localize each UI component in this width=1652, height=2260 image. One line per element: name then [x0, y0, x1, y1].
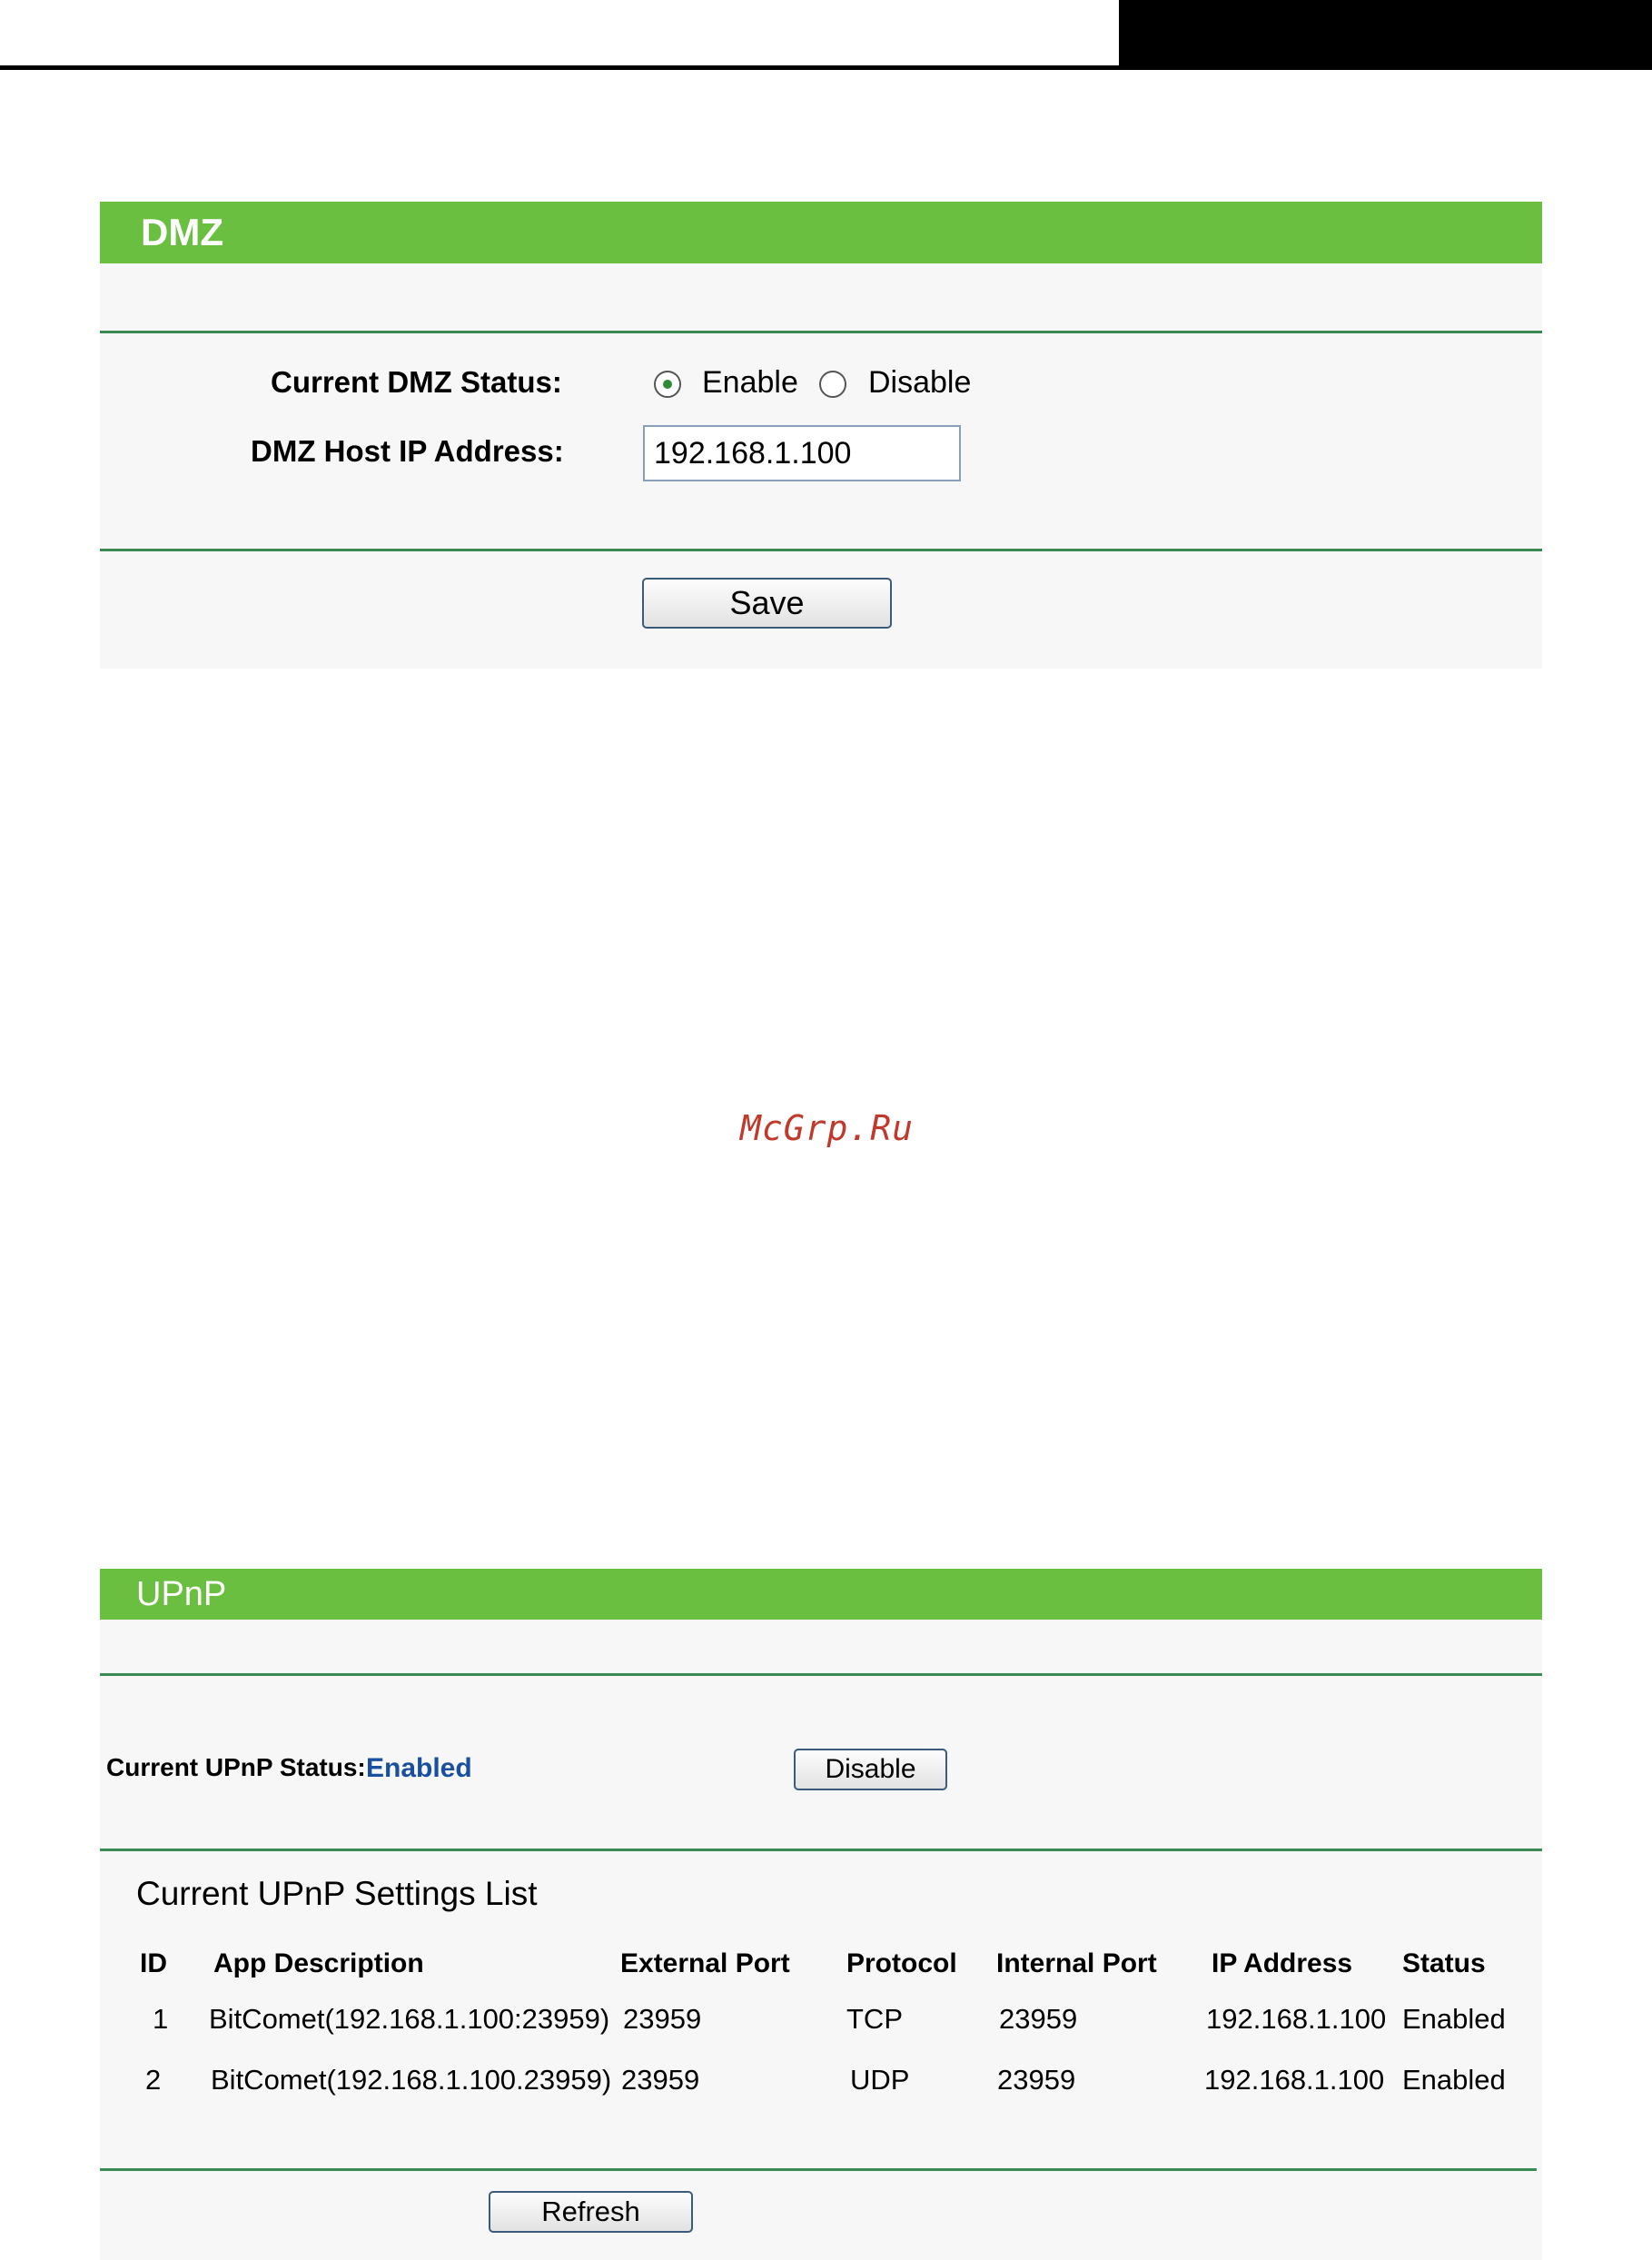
dmz-status-label: Current DMZ Status: — [271, 365, 562, 399]
dmz-top-divider — [100, 331, 1542, 333]
dmz-enable-label[interactable]: Enable — [702, 365, 798, 401]
dmz-bottom-divider — [100, 549, 1542, 551]
cell-status: Enabled — [1402, 2064, 1506, 2096]
header-rule — [0, 65, 1119, 70]
cell-ip-address: 192.168.1.100 — [1206, 2003, 1387, 2035]
col-header-ip-address: IP Address — [1212, 1948, 1353, 1978]
cell-ip-address: 192.168.1.100 — [1204, 2064, 1385, 2096]
upnp-bottom-divider — [100, 2168, 1537, 2171]
cell-app-description: BitComet(192.168.1.100.23959) — [211, 2064, 612, 2096]
upnp-list-title: Current UPnP Settings List — [136, 1875, 538, 1912]
dmz-host-ip-input[interactable] — [643, 425, 961, 481]
cell-id: 1 — [153, 2003, 169, 2035]
dmz-host-ip-label: DMZ Host IP Address: — [251, 434, 564, 468]
col-header-internal-port: Internal Port — [996, 1948, 1157, 1978]
upnp-panel: UPnP Current UPnP Status: Enabled Disabl… — [100, 1569, 1542, 2260]
cell-external-port: 23959 — [621, 2064, 700, 2096]
cell-external-port: 23959 — [623, 2003, 702, 2035]
upnp-title: UPnP — [100, 1569, 1542, 1620]
dmz-title: DMZ — [100, 202, 1542, 263]
upnp-disable-button[interactable]: Disable — [794, 1749, 947, 1790]
dmz-disable-label[interactable]: Disable — [868, 365, 971, 401]
cell-status: Enabled — [1402, 2003, 1506, 2035]
col-header-app-description: App Description — [213, 1948, 424, 1978]
dmz-save-button[interactable]: Save — [642, 578, 892, 629]
cell-app-description: BitComet(192.168.1.100:23959) — [209, 2003, 610, 2035]
col-header-protocol: Protocol — [846, 1948, 957, 1978]
dmz-disable-radio[interactable] — [819, 371, 846, 398]
upnp-middle-divider — [100, 1849, 1542, 1851]
col-header-id: ID — [140, 1948, 167, 1978]
upnp-status-value: Enabled — [366, 1753, 472, 1783]
col-header-external-port: External Port — [620, 1948, 790, 1978]
dmz-enable-radio[interactable] — [654, 371, 681, 398]
cell-id: 2 — [145, 2064, 162, 2096]
cell-internal-port: 23959 — [997, 2064, 1076, 2096]
cell-internal-port: 23959 — [999, 2003, 1078, 2035]
cell-protocol: UDP — [850, 2064, 910, 2096]
dmz-panel: DMZ Current DMZ Status: Enable Disable D… — [100, 202, 1542, 669]
header-block — [1119, 0, 1652, 70]
upnp-refresh-button[interactable]: Refresh — [489, 2191, 693, 2233]
watermark-text: McGrp.Ru — [740, 1108, 915, 1148]
col-header-status: Status — [1402, 1948, 1486, 1978]
upnp-status-label: Current UPnP Status: — [106, 1753, 366, 1781]
upnp-top-divider — [100, 1673, 1542, 1676]
cell-protocol: TCP — [846, 2003, 903, 2035]
